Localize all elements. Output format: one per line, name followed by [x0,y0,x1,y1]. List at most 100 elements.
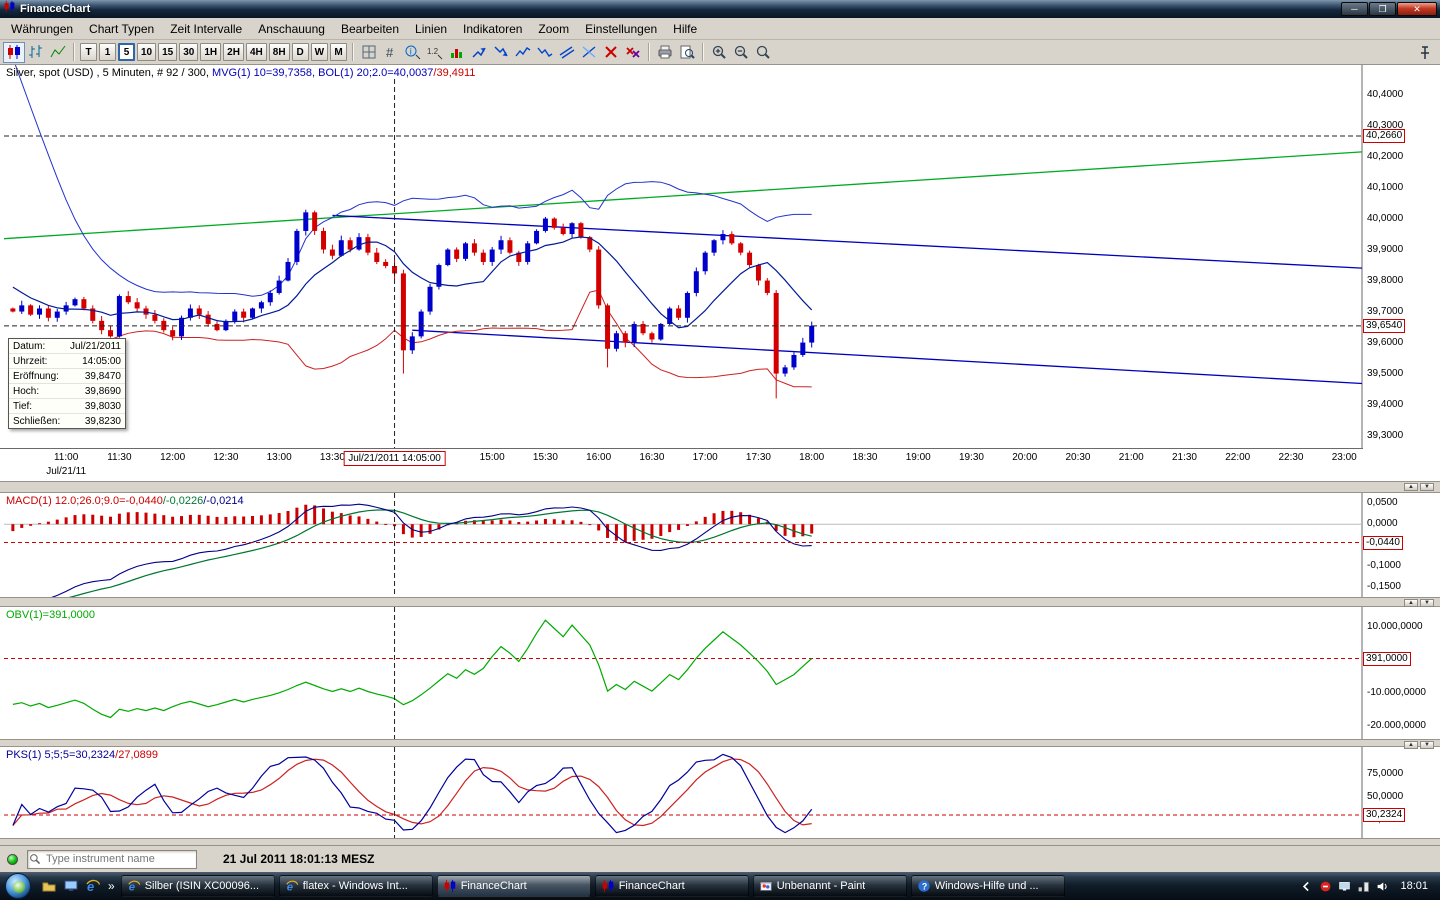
obv-panel[interactable] [0,607,1363,739]
menu-item-chart-typen[interactable]: Chart Typen [81,20,162,38]
status-red-icon[interactable] [1319,880,1332,893]
main-price-chart[interactable] [0,65,1363,449]
menu-item-bearbeiten[interactable]: Bearbeiten [333,20,407,38]
ohlc-bar-chart-icon[interactable] [25,42,47,63]
window-title: FinanceChart [20,3,90,15]
axis-tick-label: 39,6000 [1367,337,1403,349]
chart-bottom-strip [0,838,1440,845]
task-button[interactable]: FinanceChart [595,875,749,897]
panel-splitter[interactable]: ▲▼ [0,481,1440,493]
panel-scroll-up-button[interactable]: ▲ [1404,483,1418,491]
macd-panel[interactable] [0,493,1363,597]
zoom-in-icon[interactable] [708,42,730,63]
interval-button-2h[interactable]: 2H [223,43,244,61]
close-button[interactable]: ✕ [1397,2,1437,16]
maximize-button[interactable]: ❐ [1369,2,1396,16]
hash-grid-icon[interactable]: # [380,42,402,63]
zoom-out-icon[interactable] [730,42,752,63]
tooltip-value: 39,8030 [85,401,121,412]
panel-scroll-up-button[interactable]: ▲ [1404,741,1418,749]
interval-button-1h[interactable]: 1H [200,43,221,61]
print-preview-icon[interactable] [676,42,698,63]
time-tick-label: 16:30 [639,452,664,463]
instrument-search[interactable] [27,850,197,869]
print-icon[interactable] [654,42,676,63]
panel-scroll-down-button[interactable]: ▼ [1420,483,1434,491]
menu-item-einstellungen[interactable]: Einstellungen [577,20,665,38]
line-chart-icon[interactable] [47,42,69,63]
panel-scroll-down-button[interactable]: ▼ [1420,741,1434,749]
zigzag-down-icon[interactable] [534,42,556,63]
interval-button-d[interactable]: D [292,43,309,61]
info-cursor-icon[interactable]: i [402,42,424,63]
trend-up-arrow-icon[interactable] [468,42,490,63]
axis-tick-label: 40,1000 [1367,182,1403,194]
menu-item-indikatoren[interactable]: Indikatoren [455,20,530,38]
interval-button-w[interactable]: W [311,43,328,61]
menu-item-hilfe[interactable]: Hilfe [665,20,705,38]
candlestick-chart-icon[interactable] [3,42,25,63]
volume-bars-icon[interactable] [446,42,468,63]
interval-button-8h[interactable]: 8H [269,43,290,61]
chevron-left-icon[interactable] [1300,880,1313,893]
minimize-button[interactable]: ─ [1341,2,1368,16]
cross-trend-icon[interactable] [578,42,600,63]
axis-date-label: Jul/21/11 [46,466,86,477]
quick-launch-overflow-chevron[interactable]: » [104,879,119,893]
panel-splitter[interactable]: ▲▼ [0,739,1440,747]
menu-item-währungen[interactable]: Währungen [3,20,81,38]
time-tick-label: 20:30 [1065,452,1090,463]
task-button[interactable]: eSilber (ISIN XC00096... [121,875,275,897]
menu-item-zeit-intervalle[interactable]: Zeit Intervalle [162,20,250,38]
chart-icon [443,879,457,893]
delete-all-lines-icon[interactable] [622,42,644,63]
ie-icon[interactable]: e [82,875,104,897]
task-button[interactable]: eflatex - Windows Int... [279,875,433,897]
interval-button-1[interactable]: 1 [99,43,116,61]
axis-tick-label: 40,0000 [1367,213,1403,225]
interval-button-15[interactable]: 15 [158,43,177,61]
interval-button-t[interactable]: T [80,43,97,61]
pks-panel[interactable] [0,747,1363,838]
time-tick-label: 11:00 [54,452,78,463]
axis-tick-label: -0,1500 [1367,581,1401,593]
zigzag-up-icon[interactable] [512,42,534,63]
interval-button-m[interactable]: M [330,43,347,61]
time-tick-label: 17:00 [693,452,718,463]
task-button[interactable]: ?Windows-Hilfe und ... [911,875,1065,897]
display-icon[interactable] [1338,880,1351,893]
delete-line-icon[interactable] [600,42,622,63]
volume-icon[interactable] [1376,880,1389,893]
network-icon[interactable] [1357,880,1370,893]
zoom-reset-icon[interactable] [752,42,774,63]
trend-down-arrow-icon[interactable] [490,42,512,63]
status-bar: 21 Jul 2011 18:01:13 MESZ [0,845,1440,872]
tooltip-row: Tief:39,8030 [9,399,125,414]
taskbar-clock[interactable]: 18:01 [1400,880,1428,892]
panel-splitter[interactable]: ▲▼ [0,597,1440,607]
panel-scroll-up-button[interactable]: ▲ [1404,599,1418,607]
panel-scroll-down-button[interactable]: ▼ [1420,599,1434,607]
instrument-search-input[interactable] [43,853,196,865]
interval-button-10[interactable]: 10 [137,43,156,61]
interval-button-30[interactable]: 30 [179,43,198,61]
task-button[interactable]: Unbenannt - Paint [753,875,907,897]
interval-button-5[interactable]: 5 [118,43,135,61]
time-tick-label: 15:00 [480,452,505,463]
show-desktop-icon[interactable] [60,875,82,897]
menu-item-anschauung[interactable]: Anschauung [250,20,333,38]
values-cursor-icon[interactable]: 1.2 [424,42,446,63]
menu-item-linien[interactable]: Linien [407,20,455,38]
task-button[interactable]: FinanceChart [437,875,591,897]
pin-panel-icon[interactable] [1414,42,1436,63]
tooltip-value: 39,8690 [85,386,121,397]
folder-icon[interactable] [38,875,60,897]
interval-button-4h[interactable]: 4H [246,43,267,61]
help-icon: ? [917,879,931,893]
crosshair-grid-icon[interactable] [358,42,380,63]
start-button[interactable] [5,873,31,899]
axis-tick-label: 39,5000 [1367,368,1403,380]
menu-item-zoom[interactable]: Zoom [530,20,577,38]
channel-lines-icon[interactable] [556,42,578,63]
axis-tick-label: 75,0000 [1367,768,1403,780]
